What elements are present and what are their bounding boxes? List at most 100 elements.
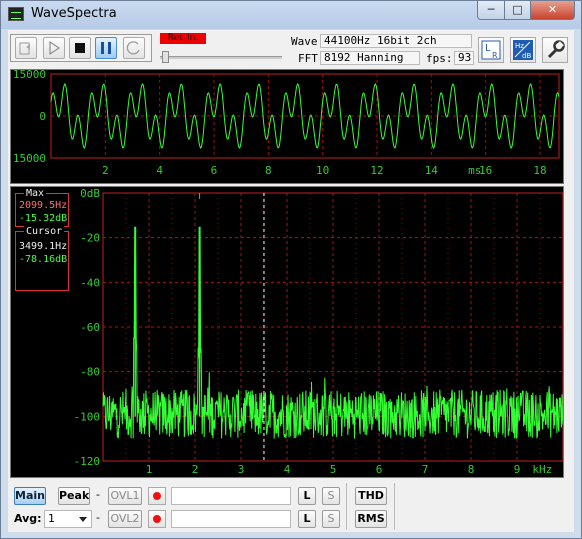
wave-x-tick-label: 12 [370, 164, 383, 177]
fft-setting-box: 8192 Hanning [320, 51, 420, 65]
fps-label: fps: [426, 52, 453, 65]
record-button[interactable] [123, 37, 145, 59]
wave-x-tick-label: 4 [156, 164, 163, 177]
wave-x-tick-label: 6 [211, 164, 218, 177]
title-bar[interactable]: WaveSpectra ─ □ ✕ [1, 1, 581, 29]
client-area: Rec.In. Wave: 44100Hz 16bit 2ch FFT: 819… [8, 30, 574, 532]
spectrum-y-tick-label: -60 [80, 321, 100, 334]
spectrum-x-tick-label: 2 [192, 463, 199, 476]
wave-x-unit-label: ms [468, 164, 481, 177]
wave-format-box: 44100Hz 16bit 2ch [320, 34, 472, 48]
max-freq-value: 2099.5Hz [19, 200, 68, 211]
bottom-separator-2 [394, 483, 395, 530]
freq-scale-button[interactable]: Hz dB [510, 37, 536, 63]
ovl1-load-button[interactable]: L [298, 487, 316, 505]
stop-icon [75, 43, 85, 53]
stop-button[interactable] [69, 37, 91, 59]
open-file-button[interactable] [15, 37, 37, 59]
channel-lr-icon: LR [481, 40, 501, 60]
spectrum-x-tick-label: 3 [238, 463, 245, 476]
maximize-button[interactable]: □ [504, 1, 531, 20]
avg-label: Avg: [14, 512, 42, 525]
ovl1-name-field[interactable] [171, 487, 291, 505]
open-file-icon [19, 42, 30, 55]
play-icon [49, 41, 60, 55]
dash-1: - [96, 488, 100, 501]
ovl1-button[interactable]: OVL1 [108, 487, 142, 505]
svg-text:L: L [485, 43, 491, 54]
cursor-freq-value: 3499.1Hz [19, 241, 68, 252]
wrench-icon [547, 40, 565, 59]
channel-lr-button[interactable]: LR [478, 37, 504, 63]
pause-button[interactable] [95, 37, 117, 59]
ovl1-record-button[interactable] [148, 487, 166, 505]
wave-x-tick-label: 18 [533, 164, 546, 177]
close-button[interactable]: ✕ [530, 1, 575, 20]
cursor-readout-label: Cursor [24, 226, 65, 237]
wave-x-tick-label: 2 [102, 164, 109, 177]
spectrum-y-tick-label: -120 [74, 455, 101, 468]
minimize-button[interactable]: ─ [477, 1, 505, 20]
spectrum-x-tick-label: 9 [514, 463, 521, 476]
main-button[interactable]: Main [14, 487, 46, 505]
svg-text:R: R [492, 51, 498, 60]
spectrum-x-tick-label: 6 [376, 463, 383, 476]
chevron-down-icon [79, 517, 87, 522]
wave-x-tick-label: 8 [265, 164, 272, 177]
pause-icon [101, 42, 111, 54]
spectrum-y-tick-label: -80 [80, 366, 100, 379]
input-level-slider[interactable] [158, 50, 282, 63]
spectrum-y-tick-label: -20 [80, 232, 100, 245]
spectrum-x-tick-label: 5 [330, 463, 337, 476]
cursor-readout: Cursor 3499.1Hz -78.16dB [15, 226, 69, 291]
ovl2-load-button[interactable]: L [298, 510, 316, 528]
wave-y-tick-label: -15000 [11, 152, 46, 165]
peak-button[interactable]: Peak [58, 487, 90, 505]
ovl2-record-button[interactable] [148, 510, 166, 528]
spectrum-x-tick-label: 4 [284, 463, 291, 476]
spectrum-x-tick-label: 1 [146, 463, 153, 476]
wave-y-tick-label: 0 [39, 110, 46, 123]
spectrum-x-tick-label: 7 [422, 463, 429, 476]
ovl2-name-field[interactable] [171, 510, 291, 528]
wave-x-tick-label: 14 [425, 164, 439, 177]
spectrum-y-tick-label: -100 [74, 410, 101, 423]
spectrum-chart: 0dB-20-40-60-80-100-12012345678910kHz [74, 187, 563, 476]
avg-select[interactable]: 1 [44, 510, 92, 528]
window-title: WaveSpectra [31, 6, 117, 21]
ovl2-button[interactable]: OVL2 [108, 510, 142, 528]
svg-text:dB: dB [522, 52, 531, 60]
fps-value-box: 93 [454, 51, 474, 65]
thd-button[interactable]: THD [355, 487, 387, 505]
settings-button[interactable] [542, 37, 568, 63]
hz-db-icon: HzdB [513, 40, 533, 60]
rms-button[interactable]: RMS [355, 510, 387, 528]
max-readout: Max 2099.5Hz -15.32dB [15, 188, 69, 227]
spectrum-y-tick-label: -40 [80, 276, 100, 289]
waveform-chart: 24681012141618ms150000-15000 [11, 70, 560, 177]
spectrum-panel: 0dB-20-40-60-80-100-12012345678910kHz Ma… [10, 186, 564, 478]
spectrum-x-tick-label: 8 [468, 463, 475, 476]
max-level-value: -15.32dB [19, 213, 68, 224]
rec-input-indicator: Rec.In. [160, 33, 206, 44]
wave-y-tick-label: 15000 [13, 70, 46, 81]
main-window: WaveSpectra ─ □ ✕ Rec.In. Wave: 44100Hz … [0, 0, 582, 539]
max-readout-label: Max [24, 188, 47, 199]
spectrum-y-tick-label: 0dB [80, 187, 100, 200]
spectrum-x-unit-label: kHz [532, 463, 552, 476]
app-icon [8, 7, 24, 21]
waveform-panel: 24681012141618ms150000-15000 [10, 69, 564, 184]
avg-value: 1 [48, 512, 55, 525]
dash-2: - [96, 511, 100, 524]
cursor-level-value: -78.16dB [19, 254, 68, 265]
loop-icon [126, 41, 140, 55]
play-button[interactable] [43, 37, 65, 59]
ovl2-save-button[interactable]: S [322, 510, 340, 528]
bottom-controls: Main Peak - OVL1 L S Avg: 1 - OVL2 L S T… [8, 480, 574, 532]
wave-x-tick-label: 10 [316, 164, 329, 177]
transport-toolbar [10, 34, 152, 62]
slider-thumb[interactable] [162, 51, 169, 63]
ovl1-save-button[interactable]: S [322, 487, 340, 505]
bottom-separator-1 [346, 483, 347, 530]
slider-track [160, 56, 282, 59]
